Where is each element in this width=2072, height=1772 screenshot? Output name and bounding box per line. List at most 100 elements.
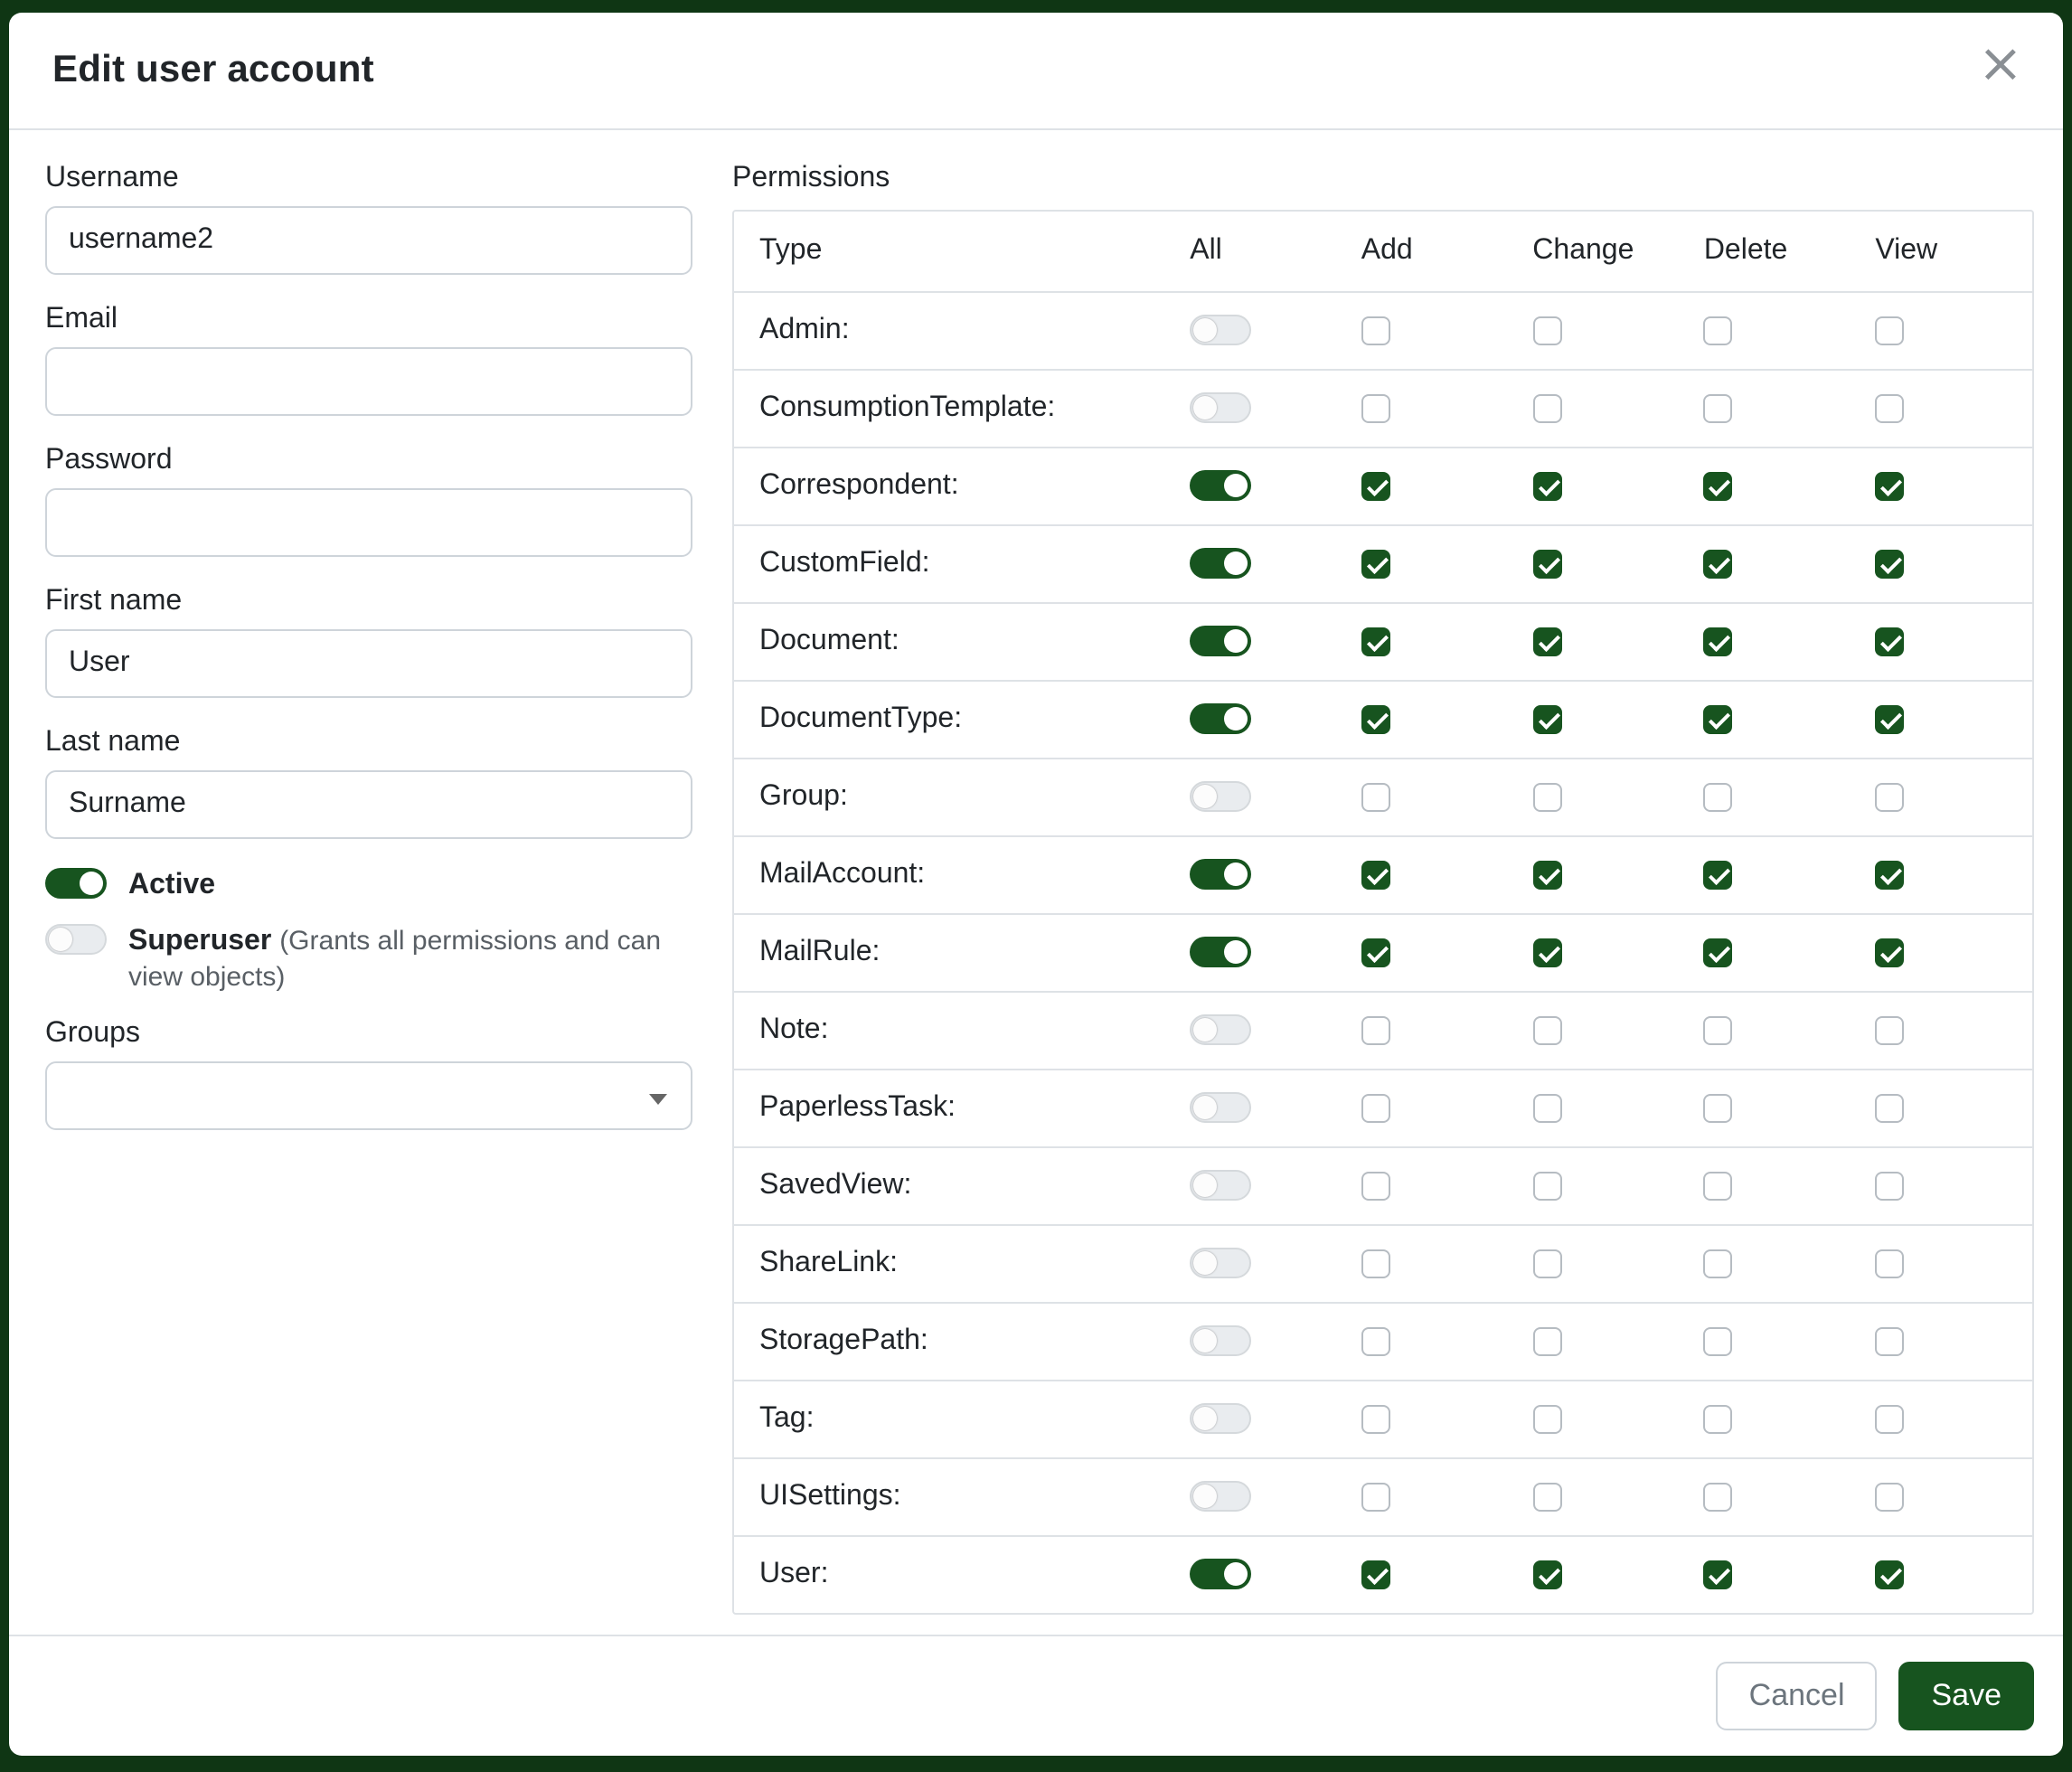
permission-view-checkbox[interactable]: [1875, 783, 1904, 812]
permission-add-checkbox[interactable]: [1361, 1560, 1390, 1589]
permission-view-checkbox[interactable]: [1875, 1249, 1904, 1278]
permission-all-toggle[interactable]: [1190, 549, 1251, 580]
permission-add-checkbox[interactable]: [1361, 1016, 1390, 1045]
permission-all-toggle[interactable]: [1190, 782, 1251, 813]
permission-delete-checkbox[interactable]: [1704, 472, 1733, 501]
permission-add-checkbox[interactable]: [1361, 394, 1390, 423]
permission-change-checkbox[interactable]: [1532, 1560, 1561, 1589]
permission-view-checkbox[interactable]: [1875, 316, 1904, 345]
permission-all-toggle[interactable]: [1190, 1560, 1251, 1590]
permission-change-checkbox[interactable]: [1532, 627, 1561, 656]
permission-view-checkbox[interactable]: [1875, 1016, 1904, 1045]
username-input[interactable]: [45, 206, 692, 275]
permission-change-checkbox[interactable]: [1532, 394, 1561, 423]
last-name-field[interactable]: [45, 770, 692, 839]
permission-view-checkbox[interactable]: [1875, 705, 1904, 734]
permission-view-checkbox[interactable]: [1875, 1483, 1904, 1512]
permission-change-checkbox[interactable]: [1532, 1094, 1561, 1123]
permission-all-toggle[interactable]: [1190, 471, 1251, 502]
permission-all-toggle[interactable]: [1190, 1482, 1251, 1513]
permission-add-checkbox[interactable]: [1361, 1405, 1390, 1434]
permission-add-checkbox[interactable]: [1361, 472, 1390, 501]
permission-all-toggle[interactable]: [1190, 393, 1251, 424]
permission-add-checkbox[interactable]: [1361, 861, 1390, 890]
permission-delete-checkbox[interactable]: [1704, 627, 1733, 656]
permission-change-checkbox[interactable]: [1532, 861, 1561, 890]
permission-change-checkbox[interactable]: [1532, 1405, 1561, 1434]
permission-add-checkbox[interactable]: [1361, 1483, 1390, 1512]
permission-delete-checkbox[interactable]: [1704, 705, 1733, 734]
close-icon[interactable]: ×: [1978, 38, 2023, 92]
permission-change-checkbox[interactable]: [1532, 472, 1561, 501]
permission-all-toggle[interactable]: [1190, 860, 1251, 891]
permission-add-checkbox[interactable]: [1361, 627, 1390, 656]
permission-change-checkbox[interactable]: [1532, 1016, 1561, 1045]
permission-view-checkbox[interactable]: [1875, 1560, 1904, 1589]
permission-delete-checkbox[interactable]: [1704, 861, 1733, 890]
permission-row: SavedView:: [734, 1148, 2032, 1226]
permission-all-toggle[interactable]: [1190, 938, 1251, 968]
permission-change-checkbox[interactable]: [1532, 705, 1561, 734]
permission-delete-checkbox[interactable]: [1704, 1094, 1733, 1123]
permission-change-checkbox[interactable]: [1532, 1172, 1561, 1201]
active-toggle[interactable]: [45, 868, 107, 899]
permission-delete-checkbox[interactable]: [1704, 1405, 1733, 1434]
save-button[interactable]: Save: [1899, 1662, 2035, 1730]
permission-view-checkbox[interactable]: [1875, 627, 1904, 656]
permission-all-toggle[interactable]: [1190, 1249, 1251, 1279]
permission-change-checkbox[interactable]: [1532, 1327, 1561, 1356]
permission-view-checkbox[interactable]: [1875, 472, 1904, 501]
permission-view-checkbox[interactable]: [1875, 1094, 1904, 1123]
permission-all-toggle[interactable]: [1190, 316, 1251, 346]
permission-view-checkbox[interactable]: [1875, 861, 1904, 890]
permission-change-checkbox[interactable]: [1532, 316, 1561, 345]
permission-add-checkbox[interactable]: [1361, 1327, 1390, 1356]
permission-delete-checkbox[interactable]: [1704, 394, 1733, 423]
permission-delete-checkbox[interactable]: [1704, 1327, 1733, 1356]
first-name-field[interactable]: [45, 629, 692, 698]
permission-change-checkbox[interactable]: [1532, 938, 1561, 967]
permission-view-checkbox[interactable]: [1875, 1327, 1904, 1356]
superuser-toggle[interactable]: [45, 924, 107, 955]
permission-change-checkbox[interactable]: [1532, 1483, 1561, 1512]
permission-view-checkbox[interactable]: [1875, 938, 1904, 967]
permission-add-checkbox[interactable]: [1361, 938, 1390, 967]
permission-all-toggle[interactable]: [1190, 704, 1251, 735]
permission-delete-checkbox[interactable]: [1704, 1016, 1733, 1045]
username-group: Username: [45, 163, 692, 275]
permission-delete-checkbox[interactable]: [1704, 1560, 1733, 1589]
permission-add-checkbox[interactable]: [1361, 705, 1390, 734]
permission-view-checkbox[interactable]: [1875, 394, 1904, 423]
password-field[interactable]: [45, 488, 692, 557]
active-label: Active: [128, 868, 215, 902]
permission-view-checkbox[interactable]: [1875, 1405, 1904, 1434]
permission-delete-checkbox[interactable]: [1704, 1249, 1733, 1278]
permission-all-toggle[interactable]: [1190, 1404, 1251, 1435]
permission-delete-checkbox[interactable]: [1704, 783, 1733, 812]
permission-row: CustomField:: [734, 526, 2032, 604]
permission-add-checkbox[interactable]: [1361, 550, 1390, 579]
permission-delete-checkbox[interactable]: [1704, 1172, 1733, 1201]
permission-change-checkbox[interactable]: [1532, 1249, 1561, 1278]
email-field[interactable]: [45, 347, 692, 416]
permission-all-toggle[interactable]: [1190, 1171, 1251, 1202]
permission-delete-checkbox[interactable]: [1704, 938, 1733, 967]
permission-change-checkbox[interactable]: [1532, 550, 1561, 579]
permission-view-checkbox[interactable]: [1875, 1172, 1904, 1201]
permission-delete-checkbox[interactable]: [1704, 550, 1733, 579]
permission-add-checkbox[interactable]: [1361, 1249, 1390, 1278]
permission-delete-checkbox[interactable]: [1704, 1483, 1733, 1512]
permission-all-toggle[interactable]: [1190, 1093, 1251, 1124]
permission-all-toggle[interactable]: [1190, 627, 1251, 657]
permission-add-checkbox[interactable]: [1361, 783, 1390, 812]
permission-delete-checkbox[interactable]: [1704, 316, 1733, 345]
permission-all-toggle[interactable]: [1190, 1326, 1251, 1357]
groups-select[interactable]: [45, 1061, 692, 1130]
permission-change-checkbox[interactable]: [1532, 783, 1561, 812]
permission-view-checkbox[interactable]: [1875, 550, 1904, 579]
permission-add-checkbox[interactable]: [1361, 316, 1390, 345]
permission-all-toggle[interactable]: [1190, 1015, 1251, 1046]
permission-add-checkbox[interactable]: [1361, 1172, 1390, 1201]
cancel-button[interactable]: Cancel: [1717, 1662, 1878, 1730]
permission-add-checkbox[interactable]: [1361, 1094, 1390, 1123]
